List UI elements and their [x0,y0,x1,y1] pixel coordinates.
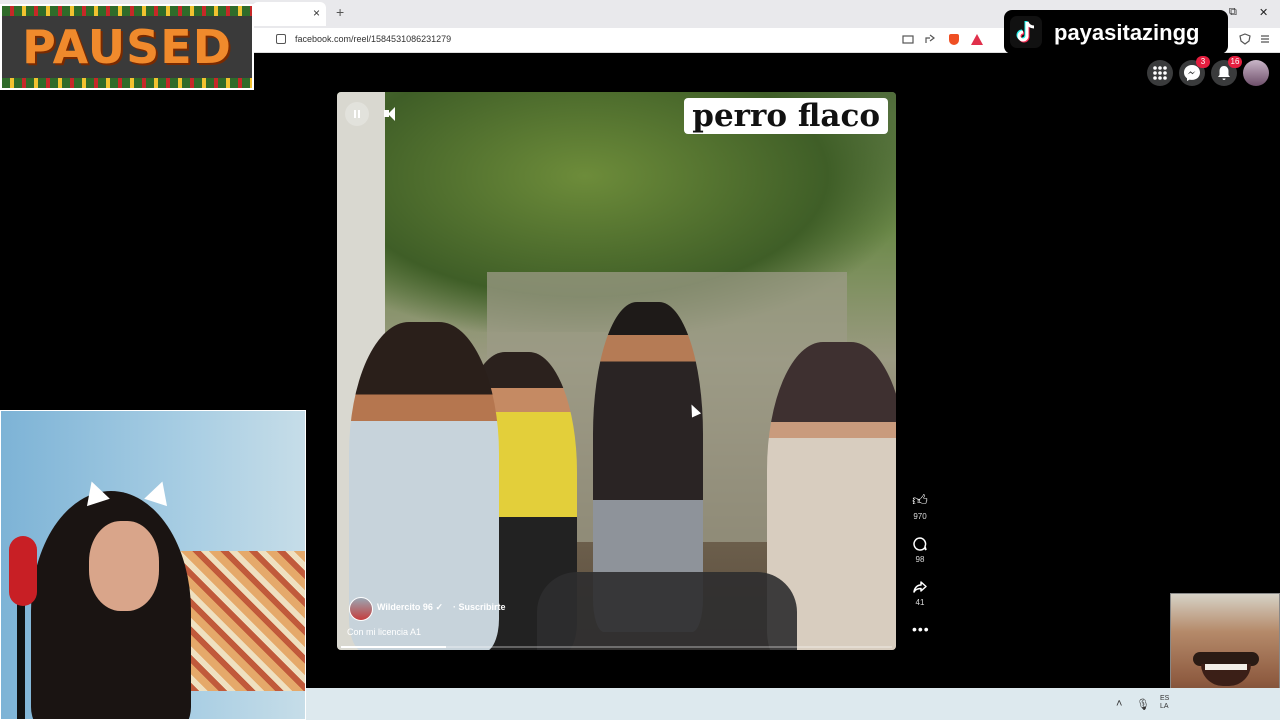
paused-overlay: PAUSED [0,4,254,90]
garland-decoration [2,6,252,16]
verified-icon: ✓ [435,602,443,612]
profile-avatar[interactable] [1243,60,1269,86]
thumbs-up-icon: 👍︎ [912,492,928,509]
site-info-icon[interactable] [276,34,286,44]
video-motorcycle [537,572,797,650]
author-avatar[interactable] [349,597,373,621]
brave-shields-icon[interactable] [949,34,959,45]
like-button[interactable]: 👍︎ 970 [905,492,935,521]
reel-video[interactable]: perro flaco Wildercito 96 ✓ · Suscribirt… [337,92,896,650]
notifications-button[interactable]: 16 [1211,56,1242,86]
mic-arm [17,601,25,719]
author-name-text: Wildercito 96 [377,602,433,612]
tiktok-logo-icon [1010,16,1042,48]
garland-decoration [2,78,252,88]
grid-icon [1153,66,1167,80]
taskbar: ˄ 🎙 ES LA [306,688,1280,720]
subscribe-link[interactable]: · Suscribirte [453,602,506,612]
video-progress-fill [341,646,446,648]
brave-rewards-icon[interactable] [971,34,983,45]
messenger-button[interactable]: 3 [1179,56,1210,86]
caption-box: perro flaco [684,98,888,134]
tab-close-button[interactable]: × [313,6,320,20]
reel-description: Con mi licencia A1 [347,627,422,637]
close-window-button[interactable]: ✕ [1259,6,1268,19]
microphone-icon [9,536,37,606]
share-button[interactable]: 41 [905,578,935,607]
tray-language[interactable]: ES LA [1160,695,1169,711]
notifications-badge: 16 [1228,56,1242,68]
pause-button[interactable] [345,102,369,126]
share-icon[interactable] [924,33,936,45]
like-count: 970 [913,512,927,521]
webcam-streamer-face [89,521,159,611]
more-options-button[interactable]: ••• [912,621,930,637]
video-progress-bar[interactable] [341,646,892,648]
address-bar[interactable]: facebook.com/reel/1584531086231279 [295,34,451,44]
comment-count: 98 [915,555,925,564]
cast-icon[interactable] [902,33,914,45]
volume-button[interactable] [379,102,403,126]
tiktok-watermark: payasitazingg [1004,10,1228,54]
comment-button[interactable]: 98 [905,535,935,564]
streamer-webcam [0,410,306,720]
tray-chevron-icon[interactable]: ˄ [1116,698,1122,710]
share-arrow-icon [913,581,927,593]
share-count: 41 [915,598,925,607]
streamer-name: payasitazingg [1054,20,1200,45]
author-name[interactable]: Wildercito 96 ✓ [377,602,443,613]
cat-ear-icon [144,477,174,507]
menu-grid-button[interactable] [1147,60,1173,86]
vpn-shield-icon[interactable] [1239,33,1251,45]
tray-mic-icon[interactable]: 🎙 [1136,698,1150,711]
video-person [349,322,499,650]
meme-teeth [1205,664,1247,670]
messenger-badge: 3 [1196,56,1210,68]
maximize-button[interactable]: ⧉ [1229,6,1237,19]
menu-icon[interactable] [1259,33,1271,45]
video-caption: perro flaco [692,98,880,134]
new-tab-button[interactable]: + [336,4,344,20]
paused-label: PAUSED [22,20,232,74]
comment-icon [913,537,927,551]
active-tab[interactable]: × [252,2,326,26]
